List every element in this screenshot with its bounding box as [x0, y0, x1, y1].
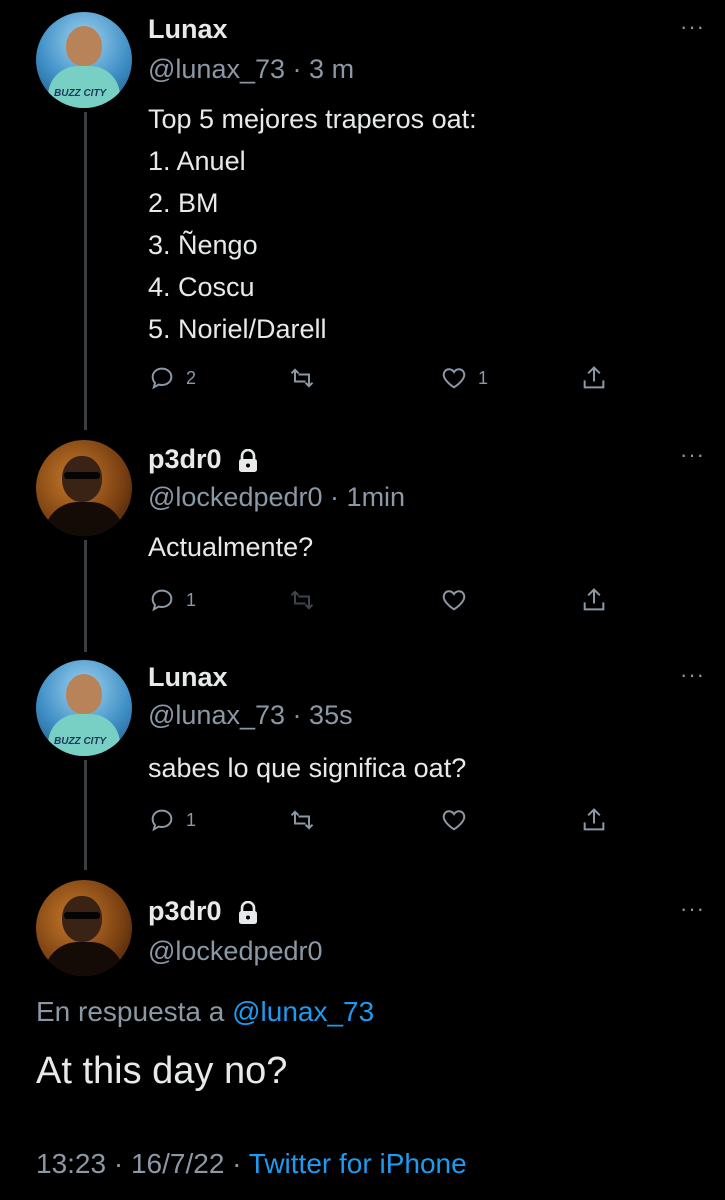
avatar-glasses [64, 912, 100, 919]
handle-line[interactable]: @lunax_73 · 35s [148, 700, 353, 731]
separator: · [330, 482, 340, 512]
share-icon [583, 588, 605, 611]
share-icon [583, 366, 605, 389]
tweet[interactable]: p3dr0 @lockedpedr0 · 1min ··· Actualment… [0, 430, 725, 652]
reply-count: 1 [186, 589, 197, 610]
retweet-icon [290, 368, 314, 388]
action-bar: 2 1 [148, 361, 618, 395]
reply-prefix: En respuesta a [36, 996, 225, 1027]
handle: @lunax_73 [148, 700, 286, 730]
tweet[interactable]: BUZZ CITY Lunax @lunax_73 · 3 m ··· Top … [0, 0, 725, 430]
separator: · [292, 700, 302, 730]
display-name: p3dr0 [148, 444, 222, 474]
retweet-button[interactable] [288, 361, 316, 395]
tweet-line: 1. Anuel [148, 146, 246, 176]
display-name-line[interactable]: p3dr0 [148, 896, 259, 927]
tweet-text: Top 5 mejores traperos oat: 1. Anuel 2. … [148, 98, 477, 350]
handle-line[interactable]: @lockedpedr0 · 1min [148, 482, 405, 513]
reply-context: En respuesta a @lunax_73 [36, 996, 374, 1028]
action-bar: 1 [148, 583, 618, 617]
avatar-head [62, 456, 102, 502]
reply-count: 2 [186, 367, 197, 388]
handle: @lockedpedr0 [148, 482, 323, 512]
tweet-text: Actualmente? [148, 526, 313, 568]
like-icon [442, 810, 466, 831]
avatar-jersey-text: BUZZ CITY [54, 736, 107, 747]
like-button[interactable] [440, 583, 468, 617]
avatar-head [62, 896, 102, 942]
avatar-head [66, 26, 102, 66]
tweet-meta: 13:23 · 16/7/22 · Twitter for iPhone [36, 1148, 467, 1180]
lock-icon [239, 900, 258, 924]
reply-icon [151, 809, 173, 832]
tweet-line: Actualmente? [148, 532, 314, 562]
timestamp: 3 m [309, 54, 355, 84]
tweet-source-link[interactable]: Twitter for iPhone [249, 1148, 467, 1179]
separator: · [292, 54, 302, 84]
lock-icon [239, 448, 258, 472]
share-button[interactable] [580, 583, 608, 617]
share-button[interactable] [580, 803, 608, 837]
tweet-line: 5. Noriel/Darell [148, 314, 327, 344]
display-name-line[interactable]: p3dr0 [148, 444, 259, 475]
tweet-line: 4. Coscu [148, 272, 255, 302]
retweet-icon [290, 590, 314, 610]
handle: @lunax_73 [148, 54, 286, 84]
tweet-date[interactable]: 16/7/22 [131, 1148, 224, 1179]
like-icon [442, 590, 466, 611]
more-icon[interactable]: ··· [680, 14, 705, 40]
tweet-line: sabes lo que significa oat? [148, 753, 467, 783]
like-button[interactable]: 1 [440, 361, 488, 395]
reply-button[interactable]: 1 [148, 803, 196, 837]
reply-button[interactable]: 1 [148, 583, 196, 617]
avatar-jersey-text: BUZZ CITY [54, 88, 107, 99]
retweet-icon [290, 810, 314, 830]
reply-count: 1 [186, 809, 197, 830]
avatar[interactable] [36, 880, 132, 976]
separator: · [113, 1148, 124, 1179]
share-icon [583, 808, 605, 831]
action-bar: 1 [148, 803, 618, 837]
handle-line[interactable]: @lunax_73 · 3 m [148, 54, 354, 85]
tweet-line: 2. BM [148, 188, 219, 218]
display-name[interactable]: Lunax [148, 14, 228, 45]
reply-mention-link[interactable]: @lunax_73 [232, 996, 374, 1027]
display-name: p3dr0 [148, 896, 222, 926]
avatar-body [48, 714, 120, 756]
avatar-body [48, 66, 120, 108]
main-tweet-text: At this day no? [36, 1050, 288, 1092]
tweet-text: sabes lo que significa oat? [148, 747, 466, 789]
reply-button[interactable]: 2 [148, 361, 196, 395]
display-name[interactable]: Lunax [148, 662, 228, 693]
reply-icon [151, 367, 173, 390]
avatar[interactable]: BUZZ CITY [36, 660, 132, 756]
more-icon[interactable]: ··· [680, 662, 705, 688]
timestamp: 1min [346, 482, 406, 512]
reply-icon [151, 589, 173, 612]
like-button[interactable] [440, 803, 468, 837]
avatar-glasses [64, 472, 100, 479]
tweet-line: Top 5 mejores traperos oat: [148, 104, 477, 134]
separator: · [232, 1148, 242, 1179]
retweet-button[interactable] [288, 583, 316, 617]
retweet-button[interactable] [288, 803, 316, 837]
more-icon[interactable]: ··· [680, 442, 705, 468]
handle[interactable]: @lockedpedr0 [148, 936, 323, 967]
avatar-body [44, 942, 124, 976]
like-icon [442, 368, 466, 389]
like-count: 1 [478, 367, 489, 388]
timestamp: 35s [309, 700, 353, 730]
tweet[interactable]: BUZZ CITY Lunax @lunax_73 · 35s ··· sabe… [0, 652, 725, 870]
share-button[interactable] [580, 361, 608, 395]
avatar-body [44, 502, 124, 536]
tweet-line: 3. Ñengo [148, 230, 258, 260]
avatar-head [66, 674, 102, 714]
more-icon[interactable]: ··· [680, 896, 705, 922]
tweet-time[interactable]: 13:23 [36, 1148, 106, 1179]
avatar[interactable] [36, 440, 132, 536]
avatar[interactable]: BUZZ CITY [36, 12, 132, 108]
